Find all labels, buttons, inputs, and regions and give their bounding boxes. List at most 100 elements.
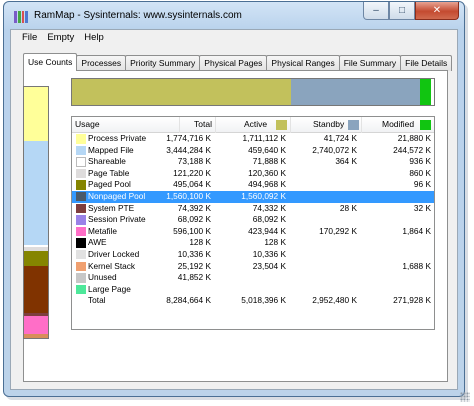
usage-stack-bar xyxy=(23,86,49,339)
cell-total: 8,284,664 K xyxy=(166,295,211,306)
table-row[interactable]: Process Private 1,774,716 K 1,711,112 K 41,… xyxy=(72,133,434,145)
cell-total: 128 K xyxy=(189,237,211,248)
tab-file-summary[interactable]: File Summary xyxy=(338,55,402,71)
cell-total: 73,188 K xyxy=(177,156,211,167)
close-button[interactable]: ✕ xyxy=(415,2,459,20)
cell-total: 1,560,100 K xyxy=(166,190,211,201)
app-icon-stripe xyxy=(25,11,28,23)
app-icon-stripe xyxy=(21,11,25,23)
cell-modified: 1,688 K xyxy=(402,260,431,271)
cell-total: 3,444,284 K xyxy=(166,144,211,155)
cell-name: Nonpaged Pool xyxy=(88,190,146,201)
state-bar-active xyxy=(72,79,291,105)
caption-buttons: – □ ✕ xyxy=(363,2,459,20)
usage-bar-metafile xyxy=(24,315,48,334)
usage-bar-nonpaged-pool xyxy=(24,266,48,314)
cell-active: 10,336 K xyxy=(252,248,286,259)
list-header: Usage Total Active Standby Modified xyxy=(72,117,434,133)
list-body: Process Private 1,774,716 K 1,711,112 K 41,… xyxy=(72,133,434,307)
cell-active: 68,092 K xyxy=(252,214,286,225)
table-row[interactable]: Paged Pool 495,064 K 494,968 K 96 K xyxy=(72,179,434,191)
tab-file-details[interactable]: File Details xyxy=(400,55,453,71)
tab-use-counts[interactable]: Use Counts xyxy=(23,53,78,71)
cell-active: 1,711,112 K xyxy=(242,133,286,143)
row-color-swatch xyxy=(76,157,86,167)
cell-name: AWE xyxy=(88,237,107,248)
cell-total: 25,192 K xyxy=(177,260,211,271)
active-color-swatch xyxy=(276,120,287,130)
table-row[interactable]: Metafile 596,100 K 423,944 K 170,292 K 1,864… xyxy=(72,226,434,238)
cell-modified: 860 K xyxy=(409,167,431,178)
table-row[interactable]: Session Private 68,092 K 68,092 K xyxy=(72,214,434,226)
table-row[interactable]: System PTE 74,392 K 74,332 K 28 K 32 K xyxy=(72,203,434,215)
table-row[interactable]: Kernel Stack 25,192 K 23,504 K 1,688 K xyxy=(72,261,434,273)
rammap-app-icon xyxy=(14,11,28,23)
cell-name: Total xyxy=(88,295,106,306)
tab-physical-ranges[interactable]: Physical Ranges xyxy=(266,55,340,71)
table-row[interactable]: Mapped File 3,444,284 K 459,640 K 2,740,072… xyxy=(72,145,434,157)
use-counts-list[interactable]: Usage Total Active Standby Modified Proc… xyxy=(71,116,435,330)
column-header-usage[interactable]: Usage xyxy=(72,117,180,133)
usage-bar-paged-pool xyxy=(24,251,48,267)
cell-total: 10,336 K xyxy=(177,248,211,259)
title-bar[interactable]: RamMap - Sysinternals: www.sysinternals.… xyxy=(3,1,465,29)
minimize-button[interactable]: – xyxy=(363,2,389,20)
cell-modified: 32 K xyxy=(413,202,431,213)
tab-strip: Use Counts Processes Priority Summary Physi… xyxy=(23,53,453,71)
maximize-button[interactable]: □ xyxy=(389,2,415,20)
cell-total: 41,852 K xyxy=(177,272,211,283)
cell-total: 1,774,716 K xyxy=(166,133,211,143)
row-color-swatch xyxy=(76,168,86,179)
window-title: RamMap - Sysinternals: www.sysinternals.… xyxy=(34,10,242,21)
row-color-swatch xyxy=(76,180,86,190)
cell-active: 5,018,396 K xyxy=(241,295,286,306)
cell-standby: 170,292 K xyxy=(319,225,357,236)
cell-modified: 936 K xyxy=(409,156,431,167)
row-color-swatch xyxy=(76,226,86,237)
row-color-swatch xyxy=(76,238,86,248)
cell-total: 495,064 K xyxy=(173,179,211,190)
table-row[interactable]: AWE 128 K 128 K xyxy=(72,237,434,249)
menu-file[interactable]: File xyxy=(17,30,42,46)
list-state-bar xyxy=(71,78,435,106)
resize-grip[interactable] xyxy=(460,392,470,402)
menu-bar: File Empty Help xyxy=(11,30,457,46)
state-bar-standby xyxy=(291,79,420,105)
cell-name: Driver Locked xyxy=(88,248,140,259)
table-row[interactable]: Nonpaged Pool 1,560,100 K 1,560,092 K xyxy=(72,190,434,203)
table-row[interactable]: Driver Locked 10,336 K 10,336 K xyxy=(72,249,434,261)
menu-empty[interactable]: Empty xyxy=(42,30,79,46)
rammap-window: RamMap - Sysinternals: www.sysinternals.… xyxy=(0,0,474,406)
table-row[interactable]: Large Page xyxy=(72,284,434,296)
table-row[interactable]: Page Table 121,220 K 120,360 K 860 K xyxy=(72,168,434,180)
row-color-swatch xyxy=(76,145,86,156)
cell-active: 494,968 K xyxy=(248,179,286,190)
row-color-swatch xyxy=(76,203,86,214)
app-icon-stripe xyxy=(17,11,21,23)
cell-active: 120,360 K xyxy=(248,167,286,178)
tab-priority-summary[interactable]: Priority Summary xyxy=(125,55,201,71)
tab-physical-pages[interactable]: Physical Pages xyxy=(199,55,268,71)
cell-modified: 244,572 K xyxy=(393,144,431,155)
tab-processes[interactable]: Processes xyxy=(76,55,127,71)
column-header-total[interactable]: Total xyxy=(180,117,216,133)
cell-standby: 28 K xyxy=(339,202,357,213)
menu-help[interactable]: Help xyxy=(79,30,109,46)
modified-color-swatch xyxy=(420,120,431,130)
standby-color-swatch xyxy=(348,120,359,130)
row-color-swatch xyxy=(76,134,86,144)
cell-standby: 2,740,072 K xyxy=(312,144,357,155)
cell-standby: 41,724 K xyxy=(323,133,357,143)
table-row[interactable]: Total 8,284,664 K 5,018,396 K 2,952,480 K 27… xyxy=(72,295,434,307)
cell-active: 459,640 K xyxy=(248,144,286,155)
cell-standby: 2,952,480 K xyxy=(312,295,357,306)
cell-total: 596,100 K xyxy=(173,225,211,236)
cell-name: Page Table xyxy=(88,167,130,178)
state-bar-modified xyxy=(419,79,432,105)
table-row[interactable]: Shareable 73,188 K 71,888 K 364 K 936 K xyxy=(72,156,434,168)
table-row[interactable]: Unused 41,852 K xyxy=(72,272,434,284)
cell-active: 71,888 K xyxy=(252,156,286,167)
cell-name: Process Private xyxy=(88,133,147,143)
usage-bar-kernel-stack xyxy=(24,333,48,338)
cell-name: Kernel Stack xyxy=(88,260,136,271)
